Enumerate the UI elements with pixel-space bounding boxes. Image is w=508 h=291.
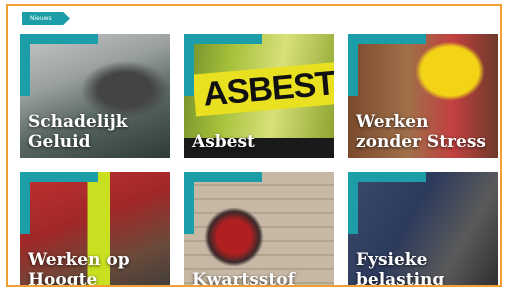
tile-title: Werken op Hoogte	[28, 250, 130, 287]
tile-title: Fysieke belasting	[356, 250, 445, 287]
accent-bar	[184, 34, 262, 44]
accent-bar	[348, 34, 358, 96]
accent-bar	[20, 172, 30, 234]
tile-werken-zonder-stress[interactable]: Werken zonder Stress	[348, 34, 498, 158]
accent-bar	[184, 172, 262, 182]
tile-title: Schadelijk Geluid	[28, 112, 128, 152]
accent-bar	[20, 172, 98, 182]
accent-bar	[184, 34, 194, 96]
news-panel: Nieuws Schadelijk Geluid ASBEST Asbest W…	[6, 4, 502, 287]
topic-grid: Schadelijk Geluid ASBEST Asbest Werken z…	[20, 34, 498, 287]
tile-title: Asbest	[192, 132, 255, 152]
tile-kwartsstof[interactable]: Kwartsstof	[184, 172, 334, 287]
tile-title: Werken zonder Stress	[356, 112, 486, 152]
accent-bar	[348, 172, 358, 234]
accent-bar	[20, 34, 30, 96]
accent-bar	[348, 34, 426, 44]
tile-werken-op-hoogte[interactable]: Werken op Hoogte	[20, 172, 170, 287]
tile-schadelijk-geluid[interactable]: Schadelijk Geluid	[20, 34, 170, 158]
tile-title: Kwartsstof	[192, 270, 295, 287]
accent-bar	[348, 172, 426, 182]
tile-fysieke-belasting[interactable]: Fysieke belasting	[348, 172, 498, 287]
accent-bar	[20, 34, 98, 44]
accent-bar	[184, 172, 194, 234]
tile-asbest[interactable]: ASBEST Asbest	[184, 34, 334, 158]
news-badge: Nieuws	[22, 12, 70, 25]
